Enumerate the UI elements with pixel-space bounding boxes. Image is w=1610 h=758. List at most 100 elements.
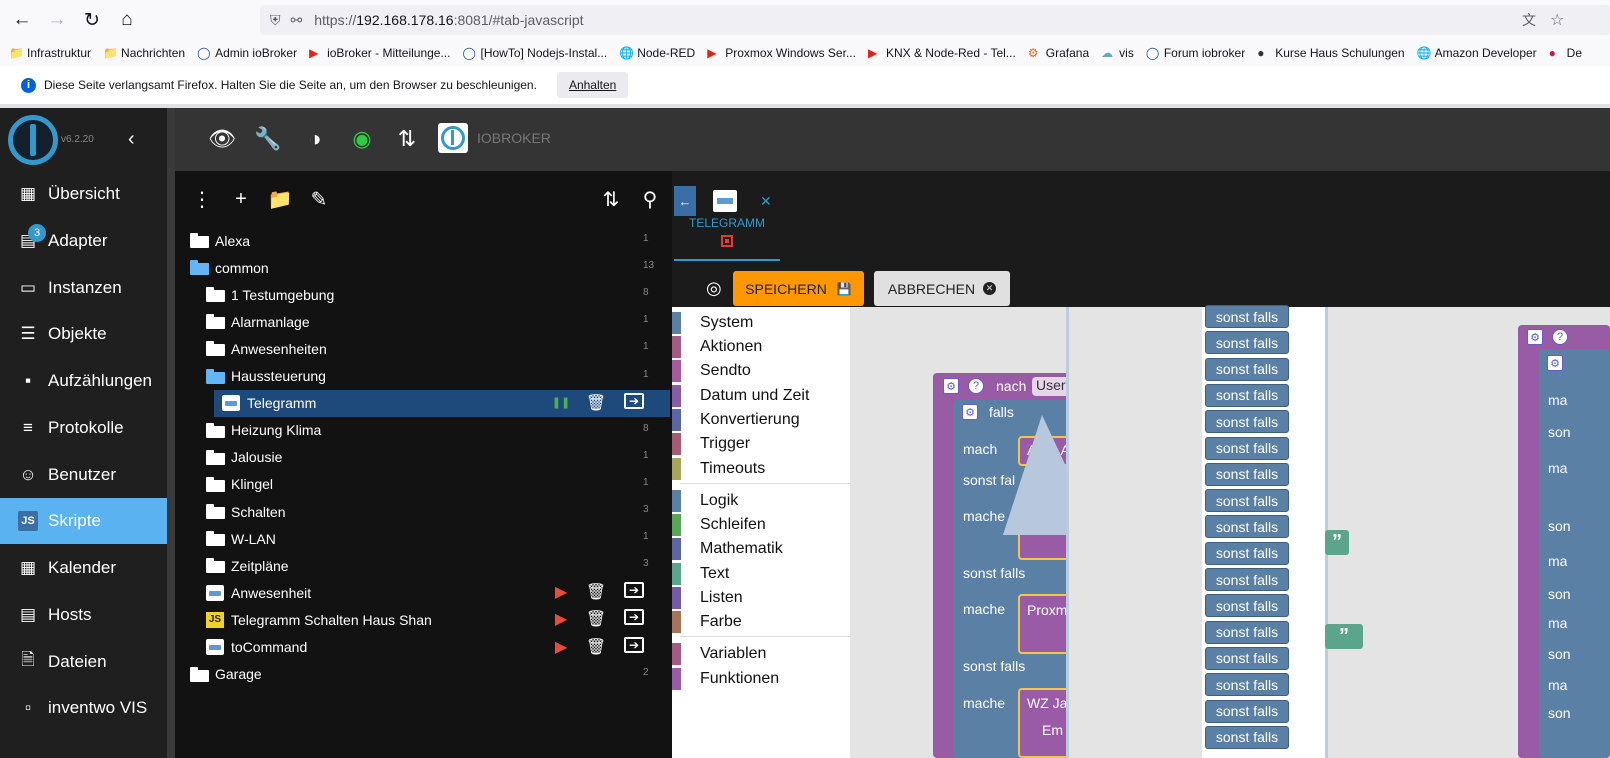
delete-icon[interactable]: 🗑 bbox=[586, 637, 606, 657]
bookmark-item[interactable]: 📁 Infrastruktur bbox=[9, 46, 91, 60]
bookmark-item[interactable]: ◯ Forum iobroker bbox=[1146, 46, 1245, 60]
sync-icon[interactable]: ⇅ bbox=[394, 125, 420, 153]
tree-row[interactable]: Schalten 3 bbox=[175, 498, 672, 525]
export-icon[interactable]: ➔ bbox=[624, 582, 644, 599]
url-field[interactable]: ⛨ ⚯ https://192.168.178.16:8081/#tab-jav… bbox=[260, 5, 1610, 35]
category-aktionen[interactable]: Aktionen bbox=[672, 335, 762, 359]
delete-icon[interactable]: 🗑 bbox=[586, 393, 606, 413]
else-if-block[interactable]: sonst falls bbox=[1205, 515, 1289, 539]
tree-row[interactable]: Garage 2 bbox=[175, 661, 672, 688]
bookmark-item[interactable]: ◯ Admin ioBroker bbox=[197, 46, 297, 60]
nav-item-bersicht[interactable]: ▦ Übersicht bbox=[0, 171, 167, 217]
nav-item-inventwovis[interactable]: ▫ inventwo VIS bbox=[0, 685, 167, 731]
tree-row[interactable]: Anwesenheiten 1 bbox=[175, 335, 672, 362]
else-if-block[interactable]: sonst falls bbox=[1205, 541, 1289, 565]
category-text[interactable]: Text bbox=[672, 562, 729, 586]
close-tab-icon[interactable]: ✕ bbox=[760, 193, 772, 210]
delete-icon[interactable]: 🗑 bbox=[586, 582, 606, 602]
category-system[interactable]: System bbox=[672, 311, 753, 335]
nav-item-instanzen[interactable]: ▭ Instanzen bbox=[0, 265, 167, 311]
category-datumundzeit[interactable]: Datum und Zeit bbox=[672, 384, 809, 408]
nav-item-kalender[interactable]: ▦ Kalender bbox=[0, 545, 167, 591]
category-farbe[interactable]: Farbe bbox=[672, 610, 742, 634]
right-if-gear-icon[interactable]: ⚙ bbox=[1547, 355, 1563, 371]
bookmark-item[interactable]: ⚙ Grafana bbox=[1028, 46, 1089, 60]
sort-icon[interactable]: ⇅ bbox=[600, 188, 622, 211]
tree-row[interactable]: Klingel 1 bbox=[175, 471, 672, 498]
else-if-block[interactable]: sonst falls bbox=[1205, 699, 1289, 723]
bookmark-item[interactable]: ▶ KNX & Node-Red - Tel... bbox=[868, 46, 1016, 60]
pause-icon[interactable]: ❚❚ bbox=[551, 393, 571, 413]
tree-row[interactable]: Haussteuerung 1 bbox=[175, 363, 672, 390]
add-folder-icon[interactable]: 📁 bbox=[268, 188, 293, 211]
bookmark-item[interactable]: ◯ [HowTo] Nodejs-Instal... bbox=[462, 46, 607, 60]
bookmark-item[interactable]: ▶ ioBroker - Mitteilunge... bbox=[309, 46, 450, 60]
more-vert-icon[interactable]: ⋮ bbox=[191, 188, 213, 211]
back-arrow-icon[interactable]: ← bbox=[674, 186, 696, 216]
save-button[interactable]: SPEICHERN 💾 bbox=[733, 271, 864, 306]
else-if-block[interactable]: sonst falls bbox=[1205, 646, 1289, 670]
text-quote-block-1[interactable]: ” bbox=[1325, 530, 1349, 555]
bookmark-item[interactable]: 📁 Nachrichten bbox=[103, 46, 185, 60]
else-if-block[interactable]: sonst falls bbox=[1205, 357, 1289, 381]
nav-item-hosts[interactable]: ▤ Hosts bbox=[0, 592, 167, 638]
export-icon[interactable]: ➔ bbox=[624, 392, 644, 409]
bookmark-item[interactable]: 🌐 Amazon Developer bbox=[1417, 46, 1537, 60]
export-icon[interactable]: ➔ bbox=[624, 636, 644, 653]
bookmark-item[interactable]: ☁ vis bbox=[1101, 46, 1134, 60]
pause-page-button[interactable]: Anhalten bbox=[556, 72, 629, 98]
export-icon[interactable]: ➔ bbox=[624, 609, 644, 626]
else-if-block[interactable]: sonst falls bbox=[1205, 305, 1289, 328]
bookmark-item[interactable]: ● De bbox=[1549, 46, 1582, 60]
nav-item-objekte[interactable]: ☰ Objekte bbox=[0, 311, 167, 357]
else-if-block[interactable]: sonst falls bbox=[1205, 436, 1289, 460]
else-if-block[interactable]: sonst falls bbox=[1205, 725, 1289, 749]
tree-row[interactable]: Zeitpläne 3 bbox=[175, 552, 672, 579]
else-if-block[interactable]: sonst falls bbox=[1205, 383, 1289, 407]
expert-mode-icon[interactable]: ◉ bbox=[349, 125, 375, 153]
eye-icon[interactable]: 👁 bbox=[208, 125, 236, 153]
right-help-icon[interactable]: ? bbox=[1552, 329, 1568, 345]
tree-row[interactable]: Anwesenheit ▶ 🗑 ➔ bbox=[175, 579, 672, 606]
nav-item-aufzhlungen[interactable]: ▪ Aufzählungen bbox=[0, 358, 167, 404]
else-if-block[interactable]: sonst falls bbox=[1205, 462, 1289, 486]
collapse-sidebar-icon[interactable]: ‹ bbox=[128, 128, 135, 151]
tree-row[interactable]: JS Telegramm Schalten Haus Shan ▶ 🗑 ➔ bbox=[175, 606, 672, 633]
tree-row[interactable]: Alexa 1 bbox=[175, 227, 672, 254]
right-gear-icon[interactable]: ⚙ bbox=[1527, 329, 1543, 345]
tree-row[interactable]: 1 Testumgebung 8 bbox=[175, 281, 672, 308]
locate-icon[interactable]: ◎ bbox=[706, 278, 722, 299]
nav-item-skripte[interactable]: JS Skripte bbox=[0, 498, 167, 545]
stop-icon[interactable] bbox=[721, 235, 733, 247]
text-quote-block-2[interactable]: ” bbox=[1325, 624, 1363, 649]
category-listen[interactable]: Listen bbox=[672, 586, 743, 610]
nav-item-protokolle[interactable]: ≡ Protokolle bbox=[0, 405, 167, 451]
mutator-workspace[interactable] bbox=[1066, 307, 1202, 758]
category-mathematik[interactable]: Mathematik bbox=[672, 537, 783, 561]
tree-row[interactable]: common 13 bbox=[175, 254, 672, 281]
play-icon[interactable]: ▶ bbox=[551, 582, 571, 602]
category-sendto[interactable]: Sendto bbox=[672, 359, 751, 383]
else-if-block[interactable]: sonst falls bbox=[1205, 331, 1289, 355]
bookmark-star-icon[interactable]: ☆ bbox=[1550, 10, 1564, 30]
block-gear-icon[interactable]: ⚙ bbox=[943, 378, 959, 394]
block-help-icon[interactable]: ? bbox=[968, 378, 984, 394]
category-trigger[interactable]: Trigger bbox=[672, 432, 750, 456]
else-if-block[interactable]: sonst falls bbox=[1205, 594, 1289, 618]
play-icon[interactable]: ▶ bbox=[551, 609, 571, 629]
else-if-block[interactable]: sonst falls bbox=[1205, 489, 1289, 513]
edit-icon[interactable]: ✎ bbox=[308, 188, 330, 211]
category-timeouts[interactable]: Timeouts bbox=[672, 457, 765, 481]
else-if-block[interactable]: sonst falls bbox=[1205, 568, 1289, 591]
translate-icon[interactable]: 文 bbox=[1522, 10, 1536, 30]
else-if-block[interactable]: sonst falls bbox=[1205, 673, 1289, 697]
category-konvertierung[interactable]: Konvertierung bbox=[672, 408, 800, 432]
category-variablen[interactable]: Variablen bbox=[672, 642, 766, 666]
category-schleifen[interactable]: Schleifen bbox=[672, 513, 766, 537]
forward-icon[interactable]: → bbox=[44, 7, 70, 33]
tree-row[interactable]: Alarmanlage 1 bbox=[175, 308, 672, 335]
else-if-block[interactable]: sonst falls bbox=[1205, 410, 1289, 434]
tree-row[interactable]: Heizung Klima 8 bbox=[175, 417, 672, 444]
reload-icon[interactable]: ↻ bbox=[79, 7, 105, 33]
tree-row[interactable]: Telegramm ❚❚ 🗑 ➔ bbox=[214, 389, 670, 417]
